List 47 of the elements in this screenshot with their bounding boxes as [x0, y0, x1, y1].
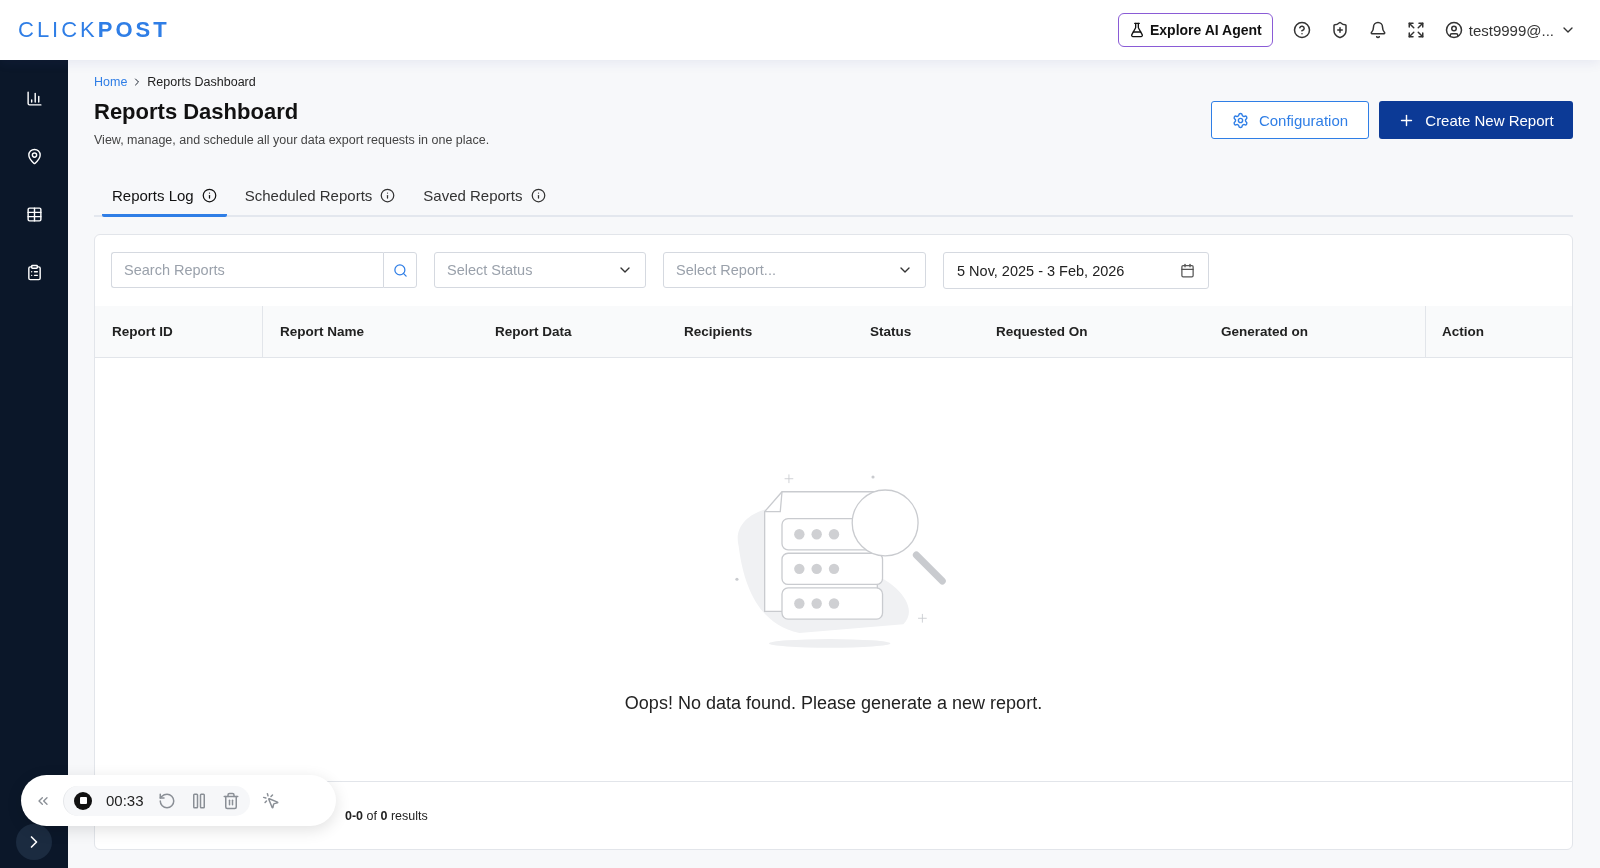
column-header: Generated on: [1206, 306, 1426, 357]
column-header: Status: [869, 323, 913, 341]
create-report-button[interactable]: Create New Report: [1379, 101, 1573, 139]
info-icon: [380, 188, 396, 203]
column-header: Requested On: [995, 323, 1089, 341]
table-icon[interactable]: [25, 206, 43, 223]
restart-icon[interactable]: [157, 791, 176, 810]
breadcrumb-link[interactable]: Home: [94, 75, 128, 89]
logo: CLICKPOST: [18, 17, 170, 43]
date-range-field[interactable]: 5 Nov, 2025 - 3 Feb, 2026: [943, 252, 1209, 289]
report-list-icon[interactable]: [25, 264, 43, 281]
calendar-icon: [1180, 263, 1195, 278]
user-icon: [1444, 21, 1463, 39]
explore-ai-agent-button[interactable]: Explore AI Agent: [1117, 13, 1273, 47]
help-button[interactable]: [1292, 21, 1311, 39]
column-header: Report Name: [279, 323, 366, 341]
tab[interactable]: Reports Log: [102, 183, 227, 217]
search-button[interactable]: [383, 252, 417, 288]
page-subtitle: View, manage, and schedule all your data export requests in one place.: [94, 133, 490, 147]
tab[interactable]: Saved Reports: [413, 183, 556, 217]
breadcrumb-current: Reports Dashboard: [147, 75, 256, 89]
search-icon: [392, 262, 408, 278]
fullscreen-button[interactable]: [1406, 21, 1425, 39]
info-icon: [530, 188, 546, 203]
column-header: Report ID: [95, 306, 263, 357]
flask-icon: [1128, 22, 1145, 38]
column-header: Action: [1441, 323, 1485, 341]
column-header: Recipients: [683, 323, 754, 341]
tab[interactable]: Scheduled Reports: [234, 183, 406, 217]
expand-sidebar-button[interactable]: [16, 824, 52, 860]
bar-chart-icon[interactable]: [25, 90, 43, 107]
trash-icon[interactable]: [221, 791, 240, 810]
notifications-button[interactable]: [1368, 21, 1387, 39]
search-field[interactable]: Search Reports: [111, 252, 383, 288]
page-title: Reports Dashboard: [94, 99, 300, 125]
empty-message: Oops! No data found. Please generate a new report.: [624, 693, 1043, 714]
recording-time: 00:33: [106, 792, 144, 809]
configuration-button[interactable]: Configuration: [1211, 101, 1369, 139]
gear-icon: [1231, 111, 1249, 129]
stop-button[interactable]: [74, 791, 92, 810]
column-header: Report Data: [494, 323, 573, 341]
pointer-click-icon[interactable]: [261, 791, 280, 810]
user-menu[interactable]: test9999@...: [1444, 21, 1576, 39]
shield-button[interactable]: [1330, 21, 1349, 39]
results-count: 0-0 of 0 results: [345, 808, 428, 823]
info-icon: [201, 188, 217, 203]
map-pin-icon[interactable]: [25, 148, 43, 165]
